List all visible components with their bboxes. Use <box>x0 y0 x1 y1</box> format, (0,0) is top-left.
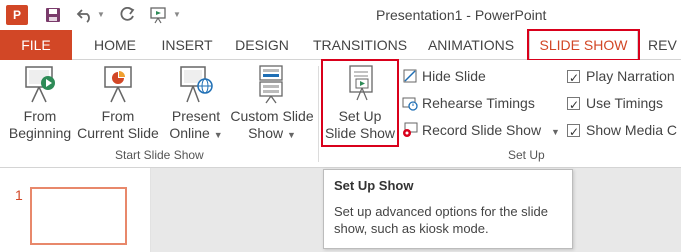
record-slide-show-button[interactable]: Record Slide Show ▼ <box>402 119 560 141</box>
record-slide-show-label: Record Slide Show <box>422 122 542 138</box>
set-up-group-label: Set Up <box>508 148 545 162</box>
use-timings-check-icon[interactable] <box>567 94 580 116</box>
rehearse-timings-button[interactable]: Rehearse Timings <box>402 92 535 114</box>
present-online-label-text: Online <box>169 125 210 141</box>
ribbon: From Beginning From Current Slide Presen… <box>0 60 681 168</box>
window-title: Presentation1 - PowerPoint <box>376 7 547 23</box>
undo-icon[interactable] <box>74 5 96 25</box>
set-up-slide-show-label-2: Slide Show <box>324 125 396 141</box>
set-up-slide-show-icon <box>342 64 378 104</box>
save-icon[interactable] <box>42 5 64 25</box>
play-narrations-label: Play Narration <box>586 68 675 84</box>
use-timings-label: Use Timings <box>586 95 664 111</box>
present-online-dropdown-icon[interactable]: ▼ <box>214 130 223 140</box>
tab-design[interactable]: DESIGN <box>230 30 294 60</box>
custom-slide-show-label-1: Custom Slide <box>230 108 314 124</box>
show-media-controls-check-icon[interactable] <box>567 121 580 143</box>
show-media-controls-checkbox[interactable]: Show Media C <box>567 119 678 143</box>
from-current-slide-icon <box>100 64 136 104</box>
custom-slide-show-label-2: Show ▼ <box>226 125 318 144</box>
hide-slide-icon <box>402 68 418 84</box>
tab-animations[interactable]: ANIMATIONS <box>423 30 519 60</box>
record-slide-show-icon <box>402 122 418 138</box>
play-narrations-checkbox[interactable]: Play Narration <box>567 65 675 89</box>
slide-number: 1 <box>15 187 23 203</box>
custom-slide-show-label-text: Show <box>248 125 284 141</box>
tooltip-title: Set Up Show <box>334 178 414 193</box>
powerpoint-logo-icon: P <box>6 5 28 25</box>
tab-review[interactable]: REV <box>648 30 681 60</box>
slide-thumbnail[interactable] <box>30 187 127 245</box>
undo-dropdown-icon[interactable]: ▼ <box>96 8 106 22</box>
from-beginning-button[interactable]: From Beginning <box>6 64 74 148</box>
show-media-controls-label: Show Media C <box>586 122 678 138</box>
custom-slide-show-dropdown-icon[interactable]: ▼ <box>287 130 296 140</box>
hide-slide-button[interactable]: Hide Slide <box>402 65 486 87</box>
hide-slide-label: Hide Slide <box>422 68 486 84</box>
from-current-label-2: Current Slide <box>77 125 159 141</box>
present-online-button[interactable]: Present Online ▼ <box>166 64 226 148</box>
redo-icon[interactable] <box>116 5 138 25</box>
tab-insert[interactable]: INSERT <box>155 30 219 60</box>
rehearse-timings-label: Rehearse Timings <box>422 95 535 111</box>
from-beginning-label-1: From <box>23 108 57 124</box>
qat-customize-icon[interactable]: ▼ <box>172 8 182 22</box>
title-bar: P ▼ ▼ Presentation1 - PowerPoint <box>0 0 681 30</box>
set-up-slide-show-button[interactable]: Set Up Slide Show <box>324 64 396 148</box>
tab-file[interactable]: FILE <box>0 30 72 60</box>
group-separator <box>318 66 319 162</box>
present-online-icon <box>178 64 214 104</box>
play-narrations-check-icon[interactable] <box>567 67 580 89</box>
from-current-slide-button[interactable]: From Current Slide <box>74 64 162 148</box>
custom-slide-show-button[interactable]: Custom Slide Show ▼ <box>226 64 318 148</box>
ribbon-tab-bar: FILE HOME INSERT DESIGN TRANSITIONS ANIM… <box>0 30 681 60</box>
custom-slide-show-icon <box>254 64 290 104</box>
set-up-show-tooltip: Set Up Show Set up advanced options for … <box>323 169 573 249</box>
present-online-label-2: Online ▼ <box>166 125 226 144</box>
tab-slide-show[interactable]: SLIDE SHOW <box>529 30 638 60</box>
tab-home[interactable]: HOME <box>88 30 142 60</box>
tab-transitions[interactable]: TRANSITIONS <box>305 30 415 60</box>
present-online-label-1: Present <box>171 108 221 124</box>
use-timings-checkbox[interactable]: Use Timings <box>567 92 664 116</box>
rehearse-timings-icon <box>402 95 418 111</box>
record-slide-show-dropdown-icon[interactable]: ▼ <box>551 127 560 137</box>
start-slide-show-group-label: Start Slide Show <box>115 148 204 162</box>
start-slideshow-icon[interactable] <box>148 5 170 25</box>
from-beginning-icon <box>22 64 58 104</box>
from-beginning-label-2: Beginning <box>8 125 72 141</box>
tooltip-body: Set up advanced options for the slide sh… <box>334 204 548 236</box>
set-up-slide-show-label-1: Set Up <box>338 108 382 124</box>
from-current-label-1: From <box>101 108 135 124</box>
